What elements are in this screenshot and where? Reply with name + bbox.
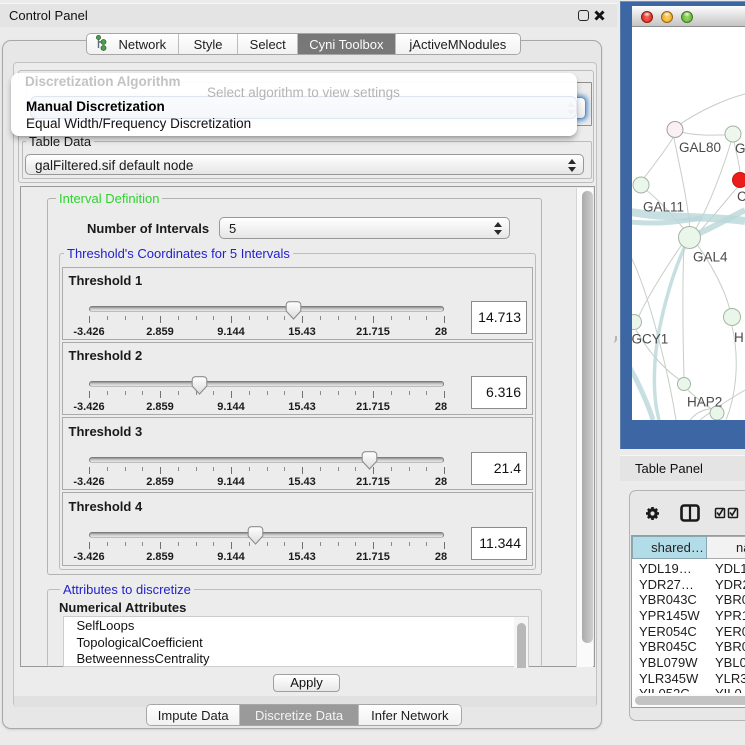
- svg-text:GAL80: GAL80: [679, 140, 721, 155]
- svg-text:GCY1: GCY1: [632, 332, 668, 347]
- svg-text:H: H: [734, 330, 744, 345]
- svg-text:HAP2: HAP2: [687, 395, 722, 410]
- svg-text:GA: GA: [735, 141, 745, 156]
- svg-text:GAL4: GAL4: [693, 250, 728, 265]
- svg-text:C: C: [737, 189, 745, 204]
- svg-text:GAL11: GAL11: [643, 200, 684, 215]
